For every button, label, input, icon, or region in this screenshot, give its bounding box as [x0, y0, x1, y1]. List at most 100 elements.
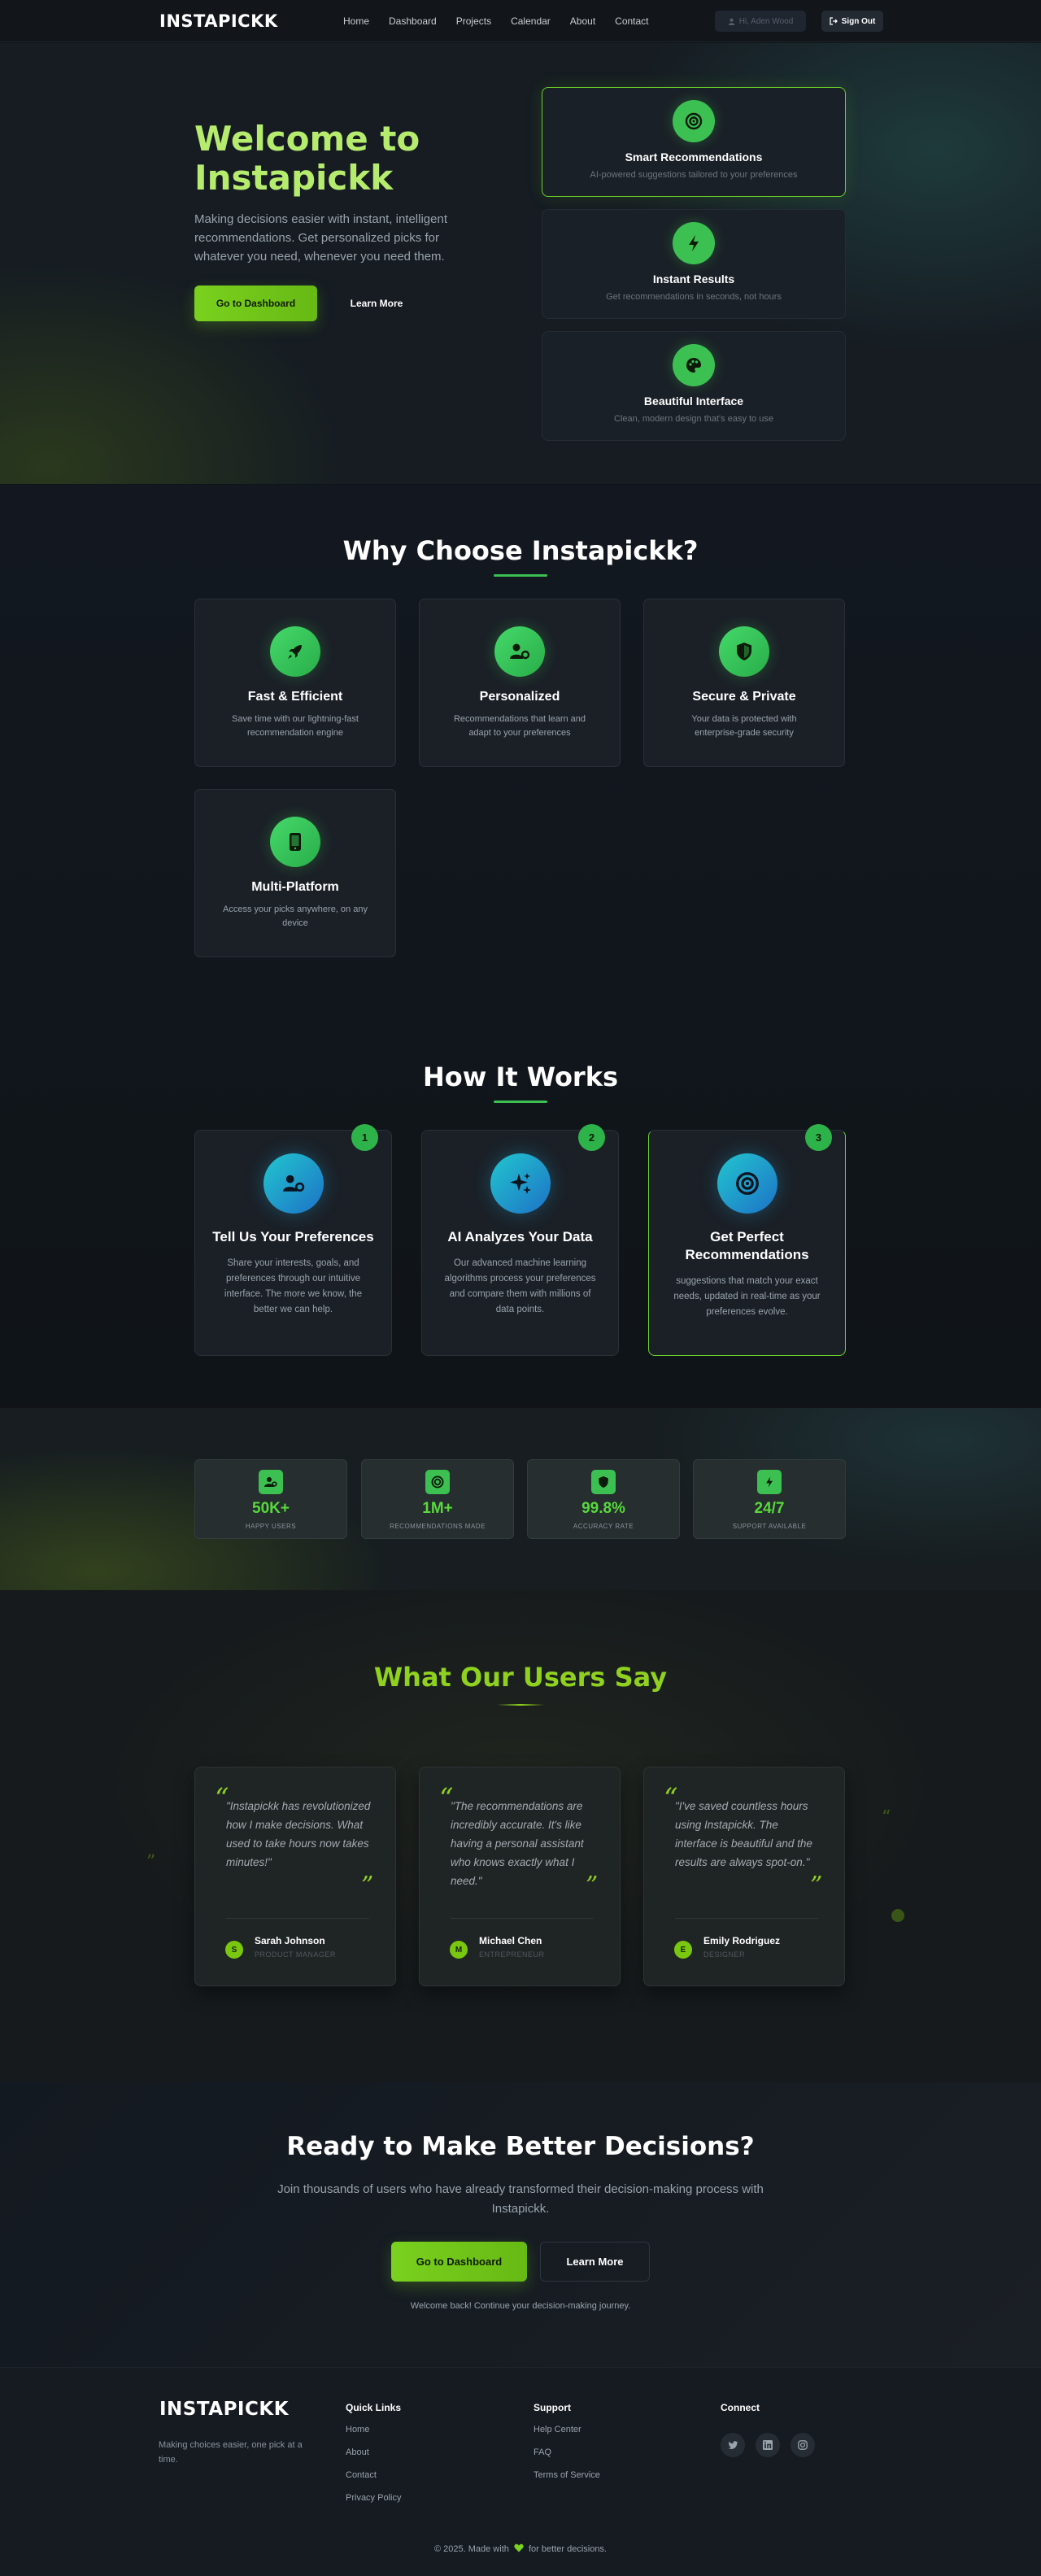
step-number: 2 [578, 1124, 605, 1151]
mobile-icon [270, 817, 320, 867]
step-title: AI Analyzes Your Data [447, 1229, 593, 1244]
hero-dashboard-button[interactable]: Go to Dashboard [194, 285, 317, 321]
nav-link-calendar[interactable]: Calendar [511, 15, 551, 27]
testimonial-role: ENTREPRENEUR [479, 1951, 545, 1959]
carousel-next-ghost[interactable]: “ [878, 1767, 911, 1986]
support-heading: Support [534, 2402, 571, 2413]
nav-link-home[interactable]: Home [343, 15, 369, 27]
stat-card-accuracy: 99.8% ACCURACY RATE [527, 1459, 680, 1539]
testimonial-card-3: “ "I've saved countless hours using Inst… [643, 1767, 845, 1986]
footer-logo[interactable]: INSTAPICKK [159, 2399, 289, 2420]
testimonial-quote: Instapickk has revolutionized how I make… [226, 1800, 371, 1868]
quote-icon: “ [882, 1807, 891, 1828]
stat-card-users: 50K+ HAPPY USERS [194, 1459, 347, 1539]
testimonial-name: Emily Rodriguez [703, 1935, 781, 1946]
feature-desc: Clean, modern design that's easy to use [614, 414, 773, 424]
step-title: Get Perfect Recommendations [685, 1229, 809, 1262]
avatar [891, 1909, 904, 1922]
testimonial-name: Michael Chen [479, 1935, 542, 1946]
hero-subtitle: Making decisions easier with instant, in… [194, 212, 447, 264]
heart-icon [514, 2543, 524, 2552]
copyright-pre: © 2025. Made with [433, 2544, 509, 2554]
avatar: M [450, 1941, 468, 1959]
sign-out-icon [830, 17, 838, 25]
nav-link-projects[interactable]: Projects [456, 15, 491, 27]
footer-link-privacy[interactable]: Privacy Policy [346, 2493, 401, 2503]
bolt-icon [757, 1470, 782, 1494]
footer-link-help[interactable]: Help Center [534, 2425, 581, 2434]
step-desc: Share your interests, goals, and prefere… [224, 1258, 363, 1314]
hero-section [0, 43, 1041, 484]
feature-card-interface[interactable]: Beautiful Interface Clean, modern design… [542, 331, 846, 441]
nav-link-about[interactable]: About [570, 15, 595, 27]
cta-title: Ready to Make Better Decisions? [286, 2132, 755, 2161]
divider [675, 1918, 818, 1919]
why-card-multiplatform: Multi-Platform Access your picks anywher… [194, 789, 396, 957]
target-icon [717, 1153, 777, 1214]
footer-link-terms[interactable]: Terms of Service [534, 2470, 600, 2480]
why-card-personalized: Personalized Recommendations that learn … [419, 599, 621, 767]
stat-value: 99.8% [581, 1500, 625, 1517]
cta-learn-more-button[interactable]: Learn More [540, 2242, 650, 2282]
footer-link-about[interactable]: About [346, 2447, 369, 2457]
footer-link-home[interactable]: Home [346, 2425, 369, 2434]
cta-dashboard-button[interactable]: Go to Dashboard [391, 2242, 527, 2282]
testimonials-title: What Our Users Say [373, 1662, 668, 1693]
user-gear-icon [494, 626, 545, 677]
testimonial-role: PRODUCT MANAGER [255, 1951, 336, 1959]
nav-link-dashboard[interactable]: Dashboard [389, 15, 437, 27]
stat-card-recommendations: 1M+ RECOMMENDATIONS MADE [361, 1459, 514, 1539]
linkedin-icon[interactable] [756, 2433, 780, 2457]
footer-link-faq[interactable]: FAQ [534, 2447, 551, 2457]
stats-section [0, 1408, 1041, 1590]
testimonial-quote: I've saved countless hours using Instapi… [675, 1800, 812, 1868]
shield-icon [591, 1470, 616, 1494]
why-title-underline [494, 574, 547, 577]
feature-title: Instant Results [652, 272, 735, 285]
testimonial-role: DESIGNER [703, 1951, 746, 1959]
feature-card-instant[interactable]: Instant Results Get recommendations in s… [542, 209, 846, 319]
card-title: Personalized [479, 690, 560, 704]
nav-links: Home Dashboard Projects Calendar About C… [343, 15, 669, 27]
nav-link-contact[interactable]: Contact [615, 15, 648, 27]
close-quote-icon: ” [361, 1872, 374, 1900]
bolt-icon [673, 222, 715, 264]
rocket-icon [270, 626, 320, 677]
instagram-icon[interactable] [791, 2433, 815, 2457]
cta-section [0, 2082, 1041, 2367]
why-card-secure: Secure & Private Your data is protected … [643, 599, 845, 767]
card-desc: Recommendations that learn and adapt to … [453, 714, 586, 738]
stat-label: SUPPORT AVAILABLE [732, 1523, 807, 1530]
testimonial-quote: The recommendations are incredibly accur… [451, 1800, 584, 1887]
avatar: S [225, 1941, 243, 1959]
avatar: E [674, 1941, 692, 1959]
why-title: Why Choose Instapickk? [342, 535, 699, 566]
cta-subtitle: Join thousands of users who have already… [277, 2182, 764, 2216]
why-card-fast: Fast & Efficient Save time with our ligh… [194, 599, 396, 767]
sign-out-label: Sign Out [841, 16, 876, 26]
sign-out-button[interactable]: Sign Out [821, 11, 883, 32]
brand-logo[interactable]: INSTAPICKK [159, 11, 278, 31]
step-card-1: 1 Tell Us Your Preferences Share your in… [194, 1124, 392, 1356]
footer-link-contact[interactable]: Contact [346, 2470, 377, 2480]
how-title: How It Works [422, 1061, 619, 1092]
card-desc: Access your picks anywhere, on any devic… [223, 904, 368, 928]
carousel-prev-ghost[interactable]: ” [146, 1767, 179, 1986]
step-number: 1 [351, 1124, 378, 1151]
divider [226, 1918, 369, 1919]
testimonial-text: "Instapickk has revolutionized how I mak… [226, 1800, 371, 1868]
user-greeting-label: Hi, Aden Wood [738, 16, 794, 26]
top-nav: INSTAPICKK Home Dashboard Projects Calen… [0, 0, 1041, 42]
stat-card-support: 24/7 SUPPORT AVAILABLE [693, 1459, 846, 1539]
testimonial-name: Sarah Johnson [255, 1935, 325, 1946]
twitter-icon[interactable] [721, 2433, 745, 2457]
feature-desc: Get recommendations in seconds, not hour… [606, 292, 782, 302]
feature-title: Beautiful Interface [643, 394, 744, 408]
hero-learn-more-button[interactable]: Learn More [330, 285, 423, 321]
divider [451, 1918, 594, 1919]
card-title: Fast & Efficient [247, 690, 343, 704]
feature-card-smart[interactable]: Smart Recommendations AI-powered suggest… [542, 87, 846, 197]
card-title: Secure & Private [692, 690, 796, 704]
user-greeting[interactable]: Hi, Aden Wood [715, 11, 806, 32]
target-icon [425, 1470, 450, 1494]
